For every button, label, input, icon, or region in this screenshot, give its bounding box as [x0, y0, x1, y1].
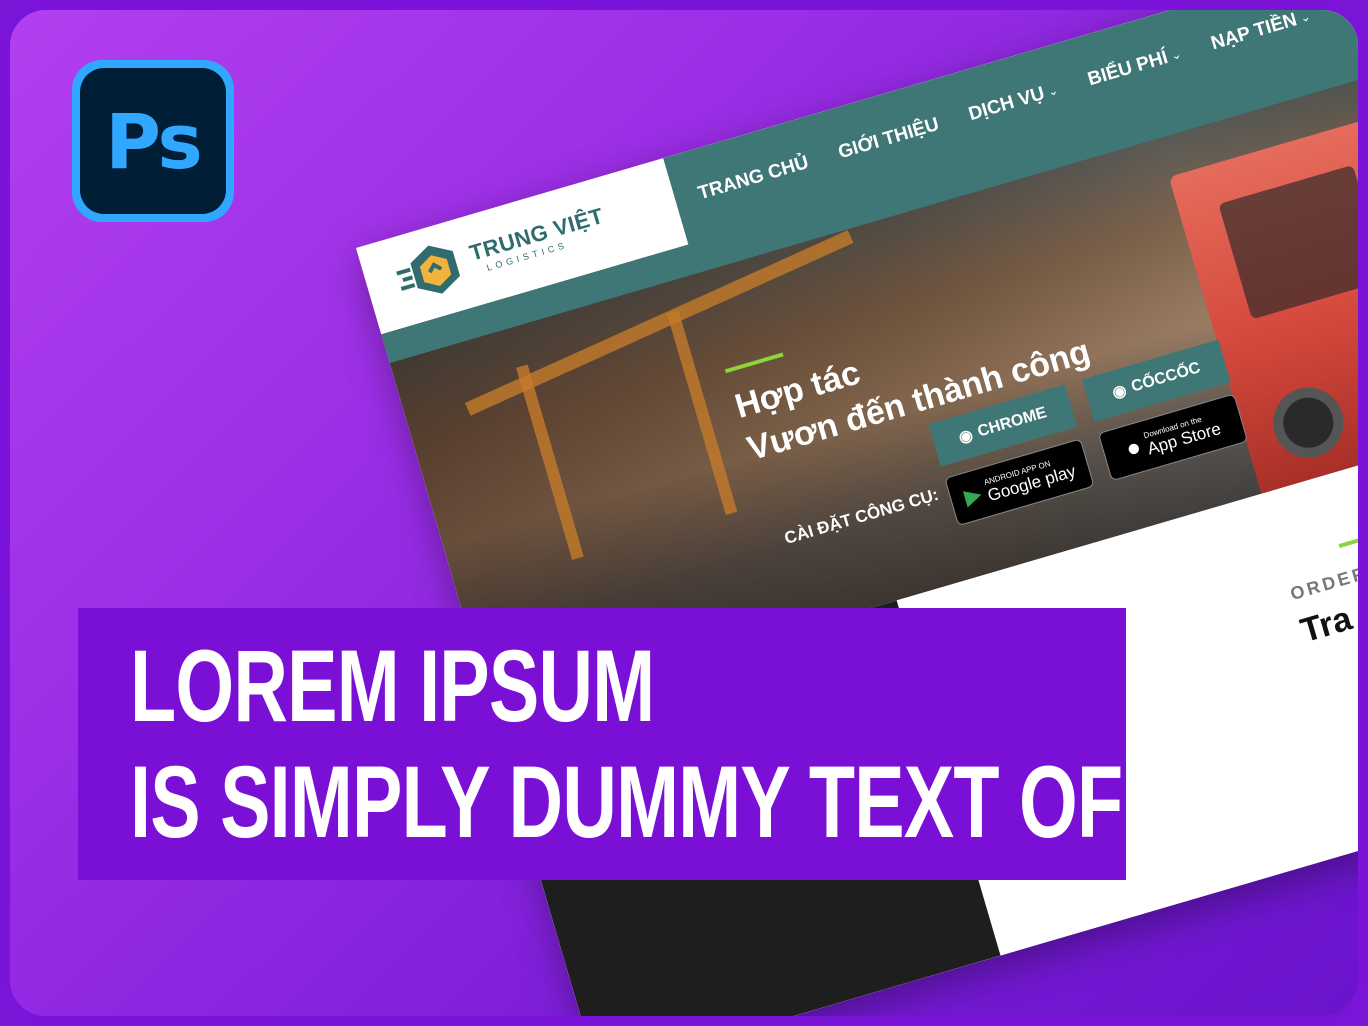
nav-item-home[interactable]: TRANG CHỦ	[696, 152, 812, 205]
nav-label: CHÍNH SÁCH	[1338, 10, 1358, 17]
nav-label: DỊCH VỤ	[966, 83, 1048, 126]
wheel	[1264, 379, 1352, 467]
play-triangle-icon: ▶	[961, 480, 985, 510]
crane-leg	[516, 364, 584, 560]
banner-line-2: IS SIMPLY DUMMY TEXT OF	[130, 745, 1123, 859]
nav-item-about[interactable]: GIỚI THIỆU	[836, 114, 942, 164]
nav-label: NẠP TIỀN	[1208, 9, 1300, 55]
chevron-down-icon: ⌄	[1046, 82, 1060, 100]
coccoc-icon: ◉	[1110, 381, 1129, 403]
apple-icon: ●	[1122, 433, 1145, 464]
crane-leg	[666, 310, 738, 515]
thumbnail-frame: TRUNG VIỆT LOGISTICS TRANG CHỦ GIỚI THIỆ…	[0, 0, 1368, 1026]
photoshop-icon: Ps	[72, 60, 234, 222]
photoshop-icon-text: Ps	[80, 68, 226, 214]
hero-title: Hợp tác Vươn đến thành công	[730, 287, 1095, 471]
truck-window	[1218, 164, 1358, 320]
nav-label: TRANG CHỦ	[695, 152, 812, 205]
order-accent-line	[1338, 527, 1358, 548]
chevron-down-icon: ⌄	[1298, 9, 1313, 26]
order-label: ORDER HÀNG V	[1288, 536, 1368, 605]
hero-accent-line	[724, 352, 784, 374]
nav-label: BIỂU PHÍ	[1085, 47, 1171, 91]
nav-label: GIỚI THIỆU	[835, 113, 942, 164]
nav-item-topup[interactable]: NẠP TIỀN ⌄	[1208, 9, 1313, 55]
banner-line-1: LOREM IPSUM	[130, 629, 655, 743]
install-tools-label: CÀI ĐẶT CÔNG CỤ:	[782, 484, 941, 548]
chrome-icon: ◉	[956, 426, 976, 448]
nav-item-services[interactable]: DỊCH VỤ ⌄	[966, 79, 1061, 126]
chrome-label: CHROME	[975, 404, 1049, 441]
coccoc-label: CỐCCỐC	[1129, 359, 1203, 396]
nav-item-policy[interactable]: CHÍNH SÁCH	[1338, 10, 1358, 17]
nav-item-pricing[interactable]: BIỂU PHÍ ⌄	[1085, 43, 1184, 91]
box-logo-icon	[389, 233, 472, 308]
wheel	[1361, 351, 1368, 438]
title-banner: LOREM IPSUM IS SIMPLY DUMMY TEXT OF	[78, 608, 1126, 880]
chevron-down-icon: ⌄	[1169, 46, 1184, 64]
